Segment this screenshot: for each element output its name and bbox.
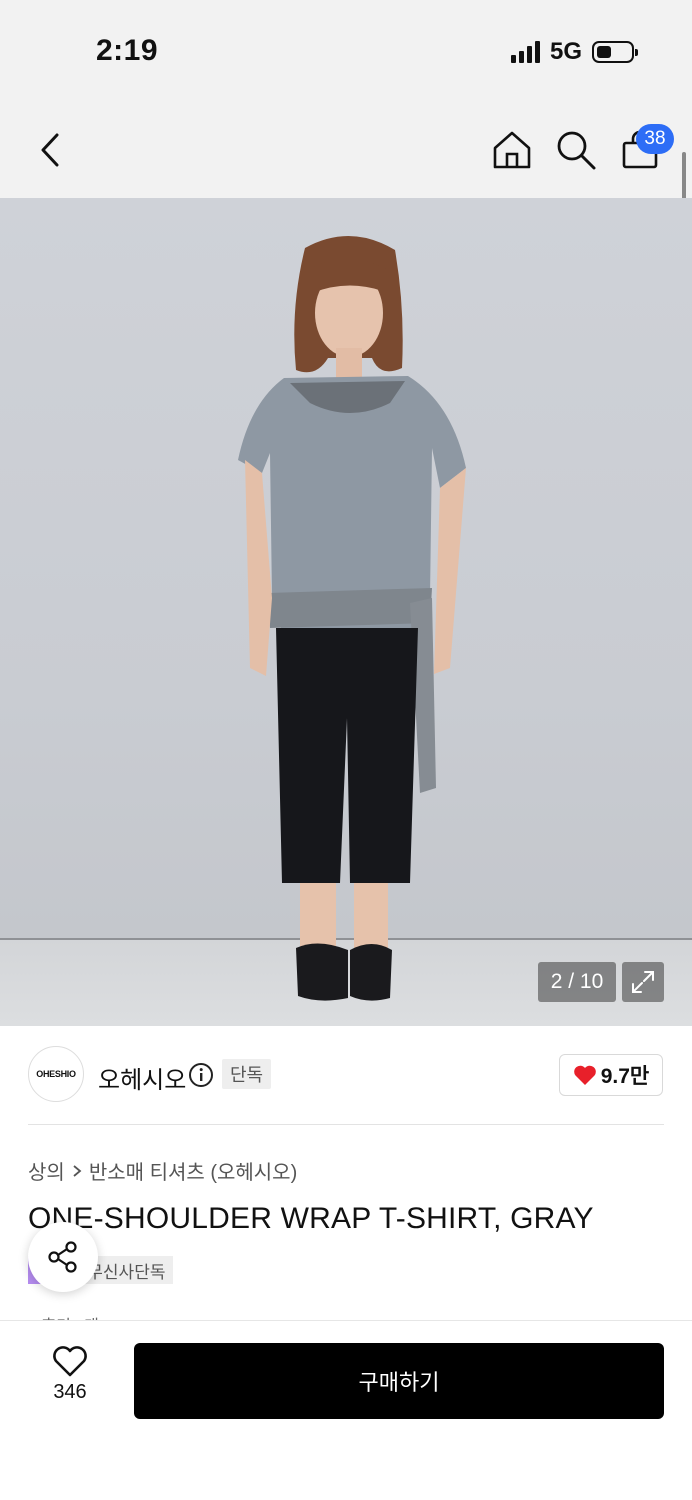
heart-filled-icon <box>573 1065 596 1085</box>
brand-logo[interactable]: OHESHIO <box>28 1046 84 1102</box>
heart-outline-icon <box>53 1346 87 1377</box>
info-icon[interactable] <box>188 1062 214 1088</box>
home-icon <box>493 131 531 169</box>
search-icon <box>557 131 596 170</box>
model-figure <box>238 235 466 1001</box>
image-counter: 2 / 10 <box>538 962 616 1002</box>
breadcrumb-subcategory[interactable]: 반소매 티셔츠 (오헤시오) <box>89 1156 297 1185</box>
search-button[interactable] <box>554 128 598 172</box>
divider <box>28 1124 664 1125</box>
breadcrumb: 상의 반소매 티셔츠 (오헤시오) <box>28 1156 297 1185</box>
brand-name[interactable]: 오헤시오 <box>98 1060 186 1095</box>
network-label: 5G <box>549 38 582 65</box>
share-icon <box>48 1241 77 1273</box>
back-button[interactable] <box>30 128 70 172</box>
product-image[interactable] <box>0 198 692 1026</box>
battery-icon <box>592 41 638 63</box>
status-time: 2:19 <box>96 34 159 67</box>
cart-count-badge: 38 <box>636 124 674 154</box>
wishlist-button[interactable]: 346 <box>30 1345 110 1415</box>
brand-row: OHESHIO 오헤시오 단독 9.7만 <box>0 1026 692 1126</box>
expand-icon <box>632 971 654 993</box>
bottom-action-bar: 346 구매하기 <box>0 1320 692 1500</box>
home-button[interactable] <box>490 128 534 172</box>
share-button[interactable] <box>28 1222 98 1292</box>
expand-image-button[interactable] <box>622 962 664 1002</box>
signal-icon <box>510 41 540 63</box>
status-bar: 2:19 5G <box>0 0 692 100</box>
chevron-left-icon <box>41 133 59 167</box>
product-title: ONE-SHOULDER WRAP T-SHIRT, GRAY <box>28 1202 594 1235</box>
brand-like-button[interactable]: 9.7만 <box>559 1054 663 1096</box>
brand-logo-text: OHESHIO <box>36 1069 76 1079</box>
buy-button[interactable]: 구매하기 <box>134 1343 664 1419</box>
brand-like-count: 9.7만 <box>600 1065 650 1088</box>
status-indicators: 5G <box>510 38 638 66</box>
top-nav-bar <box>0 100 692 198</box>
breadcrumb-category[interactable]: 상의 <box>28 1156 65 1185</box>
wishlist-count: 346 <box>53 1381 87 1403</box>
chevron-right-icon <box>73 1164 82 1177</box>
exclusive-tag: 단독 <box>222 1059 272 1089</box>
